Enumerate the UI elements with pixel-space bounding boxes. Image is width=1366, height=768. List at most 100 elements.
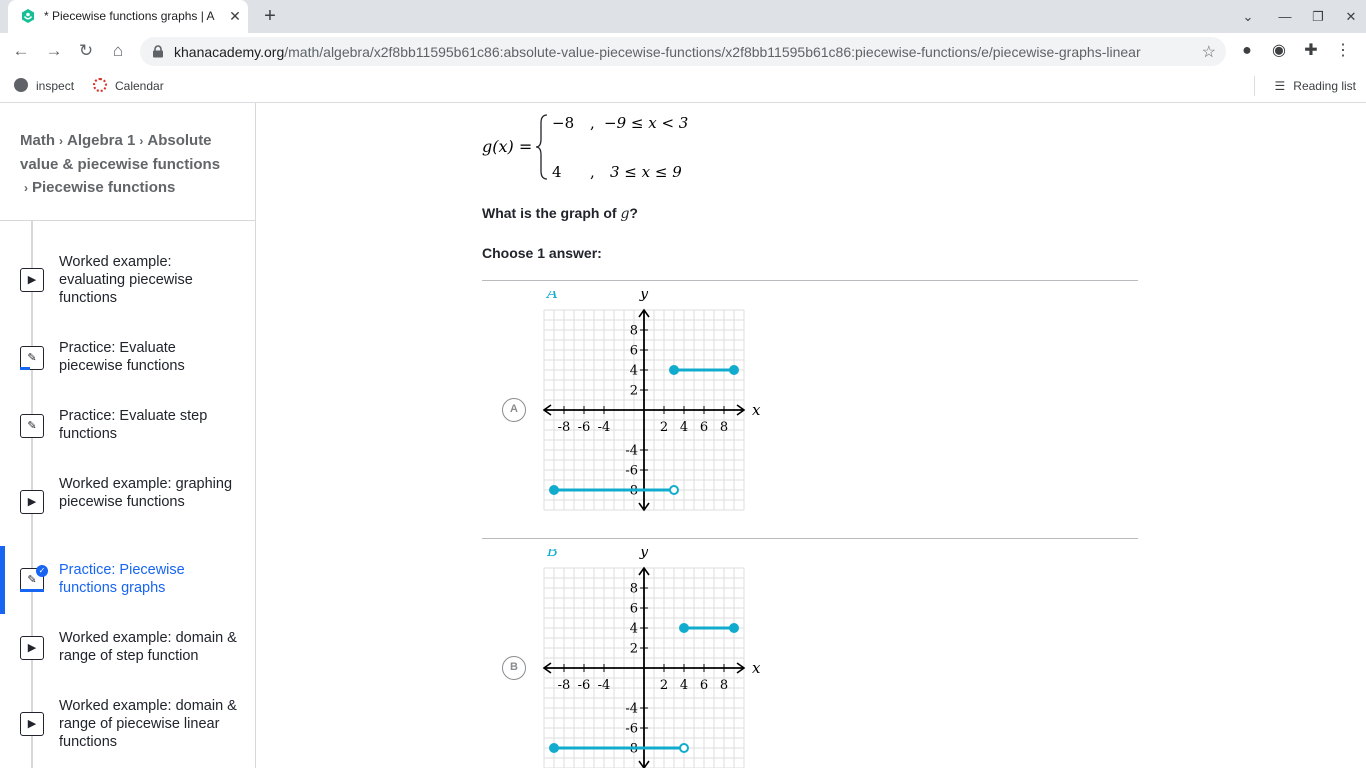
graph-letter: B — [546, 549, 558, 560]
menu-icon[interactable]: ⋮ — [1333, 41, 1353, 61]
x-tick-label: -4 — [598, 678, 611, 693]
question-prefix: What is the graph of — [482, 205, 617, 221]
function-lhs: g(x) = — [482, 137, 532, 156]
extension-icon[interactable]: ● — [1237, 41, 1257, 61]
url-text: khanacademy.org/math/algebra/x2f8bb11595… — [174, 44, 1141, 60]
open-endpoint — [679, 743, 689, 753]
reading-list-button[interactable]: ☰ Reading list — [1275, 77, 1356, 95]
choice-graph: -8-6-424688642-4-6-8xyA — [542, 291, 761, 512]
radio-button[interactable]: A — [502, 398, 526, 422]
case-value: 4 — [552, 163, 562, 181]
y-tick-label: -6 — [625, 464, 638, 479]
minimize-icon[interactable]: — — [1273, 6, 1297, 28]
home-icon[interactable]: ⌂ — [105, 39, 131, 63]
sidebar-item-exercise[interactable]: ✎ Practice: Evaluate piecewise functions — [0, 339, 255, 379]
bookmark-star-icon[interactable]: ☆ — [1202, 42, 1216, 62]
x-tick-label: 4 — [680, 678, 688, 693]
x-tick-label: 6 — [700, 678, 708, 693]
sidebar-item-label: Worked example: graphing piecewise funct… — [59, 476, 233, 510]
browser-toolbar: ← → ↻ ⌂ khanacademy.org/math/algebra/x2f… — [0, 33, 1366, 70]
x-tick-label: 4 — [680, 420, 688, 435]
sidebar-item-label: Practice: Evaluate step functions — [59, 408, 208, 442]
sidebar-item-exercise-active[interactable]: ✎ ✓ Practice: Piecewise functions graphs — [0, 561, 255, 601]
y-tick-label: -4 — [625, 702, 638, 717]
case-condition: −9 ≤ x < 3 — [604, 114, 688, 132]
restore-icon[interactable]: ❐ — [1306, 6, 1330, 28]
sidebar-item-video[interactable]: ▶ Worked example: domain & range of step… — [0, 629, 255, 669]
x-tick-label: -6 — [578, 678, 591, 693]
pencil-icon: ✎ — [20, 414, 44, 438]
x-tick-label: 6 — [700, 420, 708, 435]
x-tick-label: 2 — [660, 420, 668, 435]
choose-label: Choose 1 answer: — [482, 245, 602, 261]
question-suffix: ? — [629, 205, 638, 221]
new-tab-icon[interactable]: + — [258, 5, 282, 29]
x-tick-label: -8 — [558, 420, 571, 435]
progress-bar — [20, 367, 30, 370]
bookmark-calendar[interactable]: Calendar — [93, 77, 164, 95]
url-path: /math/algebra/x2f8bb11595b61c86:absolute… — [284, 44, 1141, 60]
radio-button[interactable]: B — [502, 656, 526, 680]
case-comma: , — [590, 114, 595, 132]
tab-search-icon[interactable]: ⌄ — [1236, 6, 1260, 28]
breadcrumb: Math › Algebra 1 › Absolute value & piecewis… — [20, 129, 240, 200]
browser-tab[interactable]: * Piecewise functions graphs | A ✕ — [8, 0, 248, 33]
reload-icon[interactable]: ↻ — [73, 39, 99, 63]
y-tick-label: 4 — [630, 364, 638, 379]
divider — [1254, 76, 1255, 96]
sidebar-item-video[interactable]: ▶ Worked example: domain & range of piec… — [0, 697, 255, 751]
choice-a[interactable]: A -8-6-424688642-4-6-8xyA — [482, 281, 1138, 539]
exercise-panel: g(x) = −8 , −9 ≤ x < 3 4 , 3 ≤ x ≤ 9 Wha… — [256, 103, 1366, 768]
puzzle-icon[interactable]: ✚ — [1301, 41, 1321, 61]
y-axis-label: y — [639, 291, 649, 302]
sidebar-item-label: Worked example: evaluating piecewise fun… — [59, 254, 193, 306]
closed-endpoint — [549, 743, 559, 753]
back-icon[interactable]: ← — [8, 39, 34, 63]
case-comma: , — [590, 163, 595, 181]
x-axis-label: x — [752, 659, 761, 677]
breadcrumb-lesson[interactable]: Piecewise functions — [32, 179, 175, 196]
case-value: −8 — [552, 114, 574, 132]
breadcrumb-algebra[interactable]: Algebra 1 — [67, 132, 135, 149]
forward-icon[interactable]: → — [41, 39, 67, 63]
play-icon: ▶ — [20, 268, 44, 292]
tab-strip: * Piecewise functions graphs | A ✕ + ⌄ —… — [0, 0, 1366, 33]
close-tab-icon[interactable]: ✕ — [226, 7, 244, 25]
bookmark-inspect[interactable]: inspect — [14, 77, 74, 95]
calendar-icon — [93, 78, 107, 92]
bookmark-label: inspect — [36, 79, 75, 93]
globe-icon — [14, 78, 28, 92]
play-icon: ▶ — [20, 712, 44, 736]
x-tick-label: -8 — [558, 678, 571, 693]
closed-endpoint — [729, 623, 739, 633]
sidebar-item-label: Worked example: domain & range of step f… — [59, 630, 237, 664]
reading-list-icon: ☰ — [1274, 79, 1286, 93]
sidebar-item-label: Worked example: domain & range of piecew… — [59, 698, 237, 750]
choice-b[interactable]: B -8-6-424688642-4-6-8xyB — [482, 539, 1138, 768]
sidebar-item-video[interactable]: ▶ Worked example: graphing piecewise fun… — [0, 475, 255, 529]
y-tick-label: 4 — [630, 622, 638, 637]
sidebar-item-video[interactable]: ▶ Worked example: evaluating piecewise f… — [0, 253, 255, 307]
address-bar[interactable]: khanacademy.org/math/algebra/x2f8bb11595… — [140, 37, 1226, 66]
x-tick-label: -4 — [598, 420, 611, 435]
extension-icon[interactable]: ◉ — [1269, 41, 1289, 61]
piecewise-definition: g(x) = −8 , −9 ≤ x < 3 4 , 3 ≤ x ≤ 9 — [482, 114, 688, 181]
x-tick-label: -6 — [578, 420, 591, 435]
sidebar-item-exercise[interactable]: ✎ Practice: Evaluate step functions — [0, 407, 255, 447]
y-tick-label: 6 — [630, 344, 638, 359]
khan-academy-icon — [22, 9, 34, 23]
play-icon: ▶ — [20, 490, 44, 514]
reading-list-label: Reading list — [1293, 79, 1356, 93]
x-axis-label: x — [752, 401, 761, 419]
y-tick-label: 8 — [630, 582, 638, 597]
y-tick-label: 8 — [630, 324, 638, 339]
breadcrumb-math[interactable]: Math — [20, 132, 55, 149]
brace — [535, 114, 548, 180]
chevron-right-icon: › — [24, 181, 28, 195]
play-icon: ▶ — [20, 636, 44, 660]
sidebar-item-label: Practice: Evaluate piecewise functions — [59, 340, 185, 374]
closed-endpoint — [679, 623, 689, 633]
x-tick-label: 8 — [720, 420, 728, 435]
y-axis-label: y — [639, 549, 649, 560]
close-window-icon[interactable]: ✕ — [1339, 6, 1363, 28]
